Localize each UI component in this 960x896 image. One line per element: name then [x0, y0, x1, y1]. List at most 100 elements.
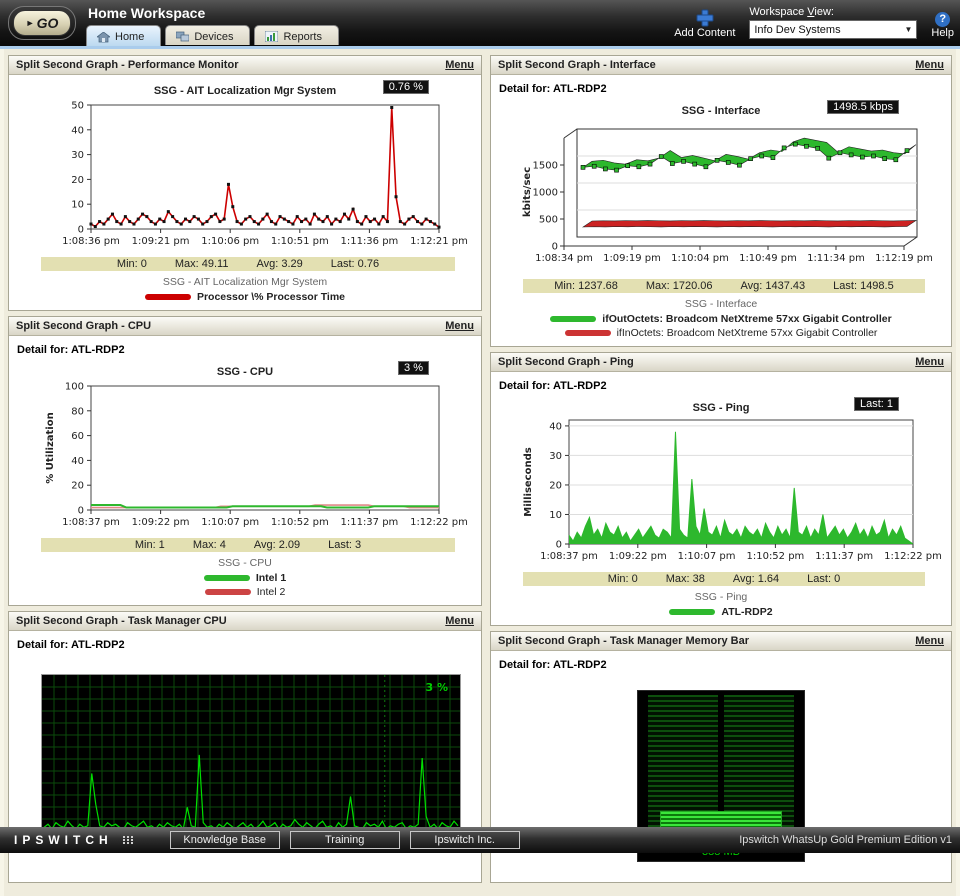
svg-text:60: 60: [71, 431, 84, 442]
detail-for-device: Detail for: ATL-RDP2: [493, 375, 949, 395]
stats-bar: Min: 0 Max: 49.11 Avg: 3.29 Last: 0.76: [41, 257, 455, 271]
svg-text:1:11:36 pm: 1:11:36 pm: [340, 236, 398, 247]
svg-text:1000: 1000: [533, 188, 558, 199]
svg-text:0: 0: [552, 242, 558, 253]
edition-label: Ipswitch WhatsUp Gold Premium Edition v1: [739, 834, 952, 846]
current-value-badge: 3 %: [398, 361, 429, 375]
menu-link[interactable]: Menu: [915, 635, 944, 647]
panel-title: Split Second Graph - Interface: [498, 59, 656, 71]
current-value-badge: 0.76 %: [383, 80, 429, 94]
tab-home-label: Home: [115, 31, 144, 43]
tab-reports[interactable]: Reports: [254, 25, 339, 45]
svg-text:20: 20: [71, 175, 84, 186]
panel-ping: Split Second Graph - Ping Menu Detail fo…: [490, 352, 952, 626]
cpu-chart: 020406080100% Utilization1:08:37 pm1:09:…: [11, 378, 471, 536]
svg-text:1:11:37 pm: 1:11:37 pm: [815, 551, 873, 562]
panel-title: Split Second Graph - CPU: [16, 320, 151, 332]
panel-title: Split Second Graph - Ping: [498, 356, 634, 368]
menu-link[interactable]: Menu: [915, 356, 944, 368]
add-content-button[interactable]: Add Content: [674, 9, 735, 39]
menu-link[interactable]: Menu: [445, 59, 474, 71]
go-button[interactable]: ►GO: [13, 10, 71, 36]
panel-title: Split Second Graph - Task Manager CPU: [16, 615, 227, 627]
svg-text:0: 0: [556, 540, 562, 551]
svg-text:1:08:37 pm: 1:08:37 pm: [62, 517, 120, 528]
current-value-badge: 1498.5 kbps: [827, 100, 899, 114]
panel-title: Split Second Graph - Performance Monitor: [16, 59, 238, 71]
tab-devices-label: Devices: [194, 31, 233, 43]
legend-swatch: [145, 294, 191, 300]
right-column: Split Second Graph - Interface Menu Deta…: [490, 55, 952, 888]
plus-icon: [696, 9, 714, 27]
svg-text:1:10:51 pm: 1:10:51 pm: [271, 236, 329, 247]
svg-text:40: 40: [71, 125, 84, 136]
chart-legend: SSG - Ping ATL-RDP2: [493, 591, 949, 619]
go-button-frame: ►GO: [8, 6, 76, 40]
menu-link[interactable]: Menu: [915, 59, 944, 71]
svg-text:50: 50: [71, 101, 84, 112]
svg-text:1:11:37 pm: 1:11:37 pm: [340, 517, 398, 528]
detail-for-device: Detail for: ATL-RDP2: [493, 654, 949, 674]
devices-icon: [176, 31, 189, 42]
go-arrow-icon: ►: [26, 18, 35, 28]
workspace-view-value: Info Dev Systems: [754, 24, 840, 36]
menu-link[interactable]: Menu: [445, 320, 474, 332]
svg-text:1:08:37 pm: 1:08:37 pm: [540, 551, 598, 562]
workspace-content: Split Second Graph - Performance Monitor…: [0, 49, 960, 896]
panel-title: Split Second Graph - Task Manager Memory…: [498, 635, 749, 647]
add-content-label: Add Content: [674, 27, 735, 39]
workspace-view-dropdown[interactable]: Info Dev Systems ▼: [749, 20, 917, 39]
stats-bar: Min: 1237.68 Max: 1720.06 Avg: 1437.43 L…: [523, 279, 925, 293]
perfmon-chart: 010203040501:08:36 pm1:09:21 pm1:10:06 p…: [11, 97, 471, 255]
panel-performance-monitor: Split Second Graph - Performance Monitor…: [8, 55, 482, 311]
svg-text:40: 40: [71, 456, 84, 467]
workspace-view: Workspace View: Info Dev Systems ▼: [749, 6, 917, 39]
detail-for-device: Detail for: ATL-RDP2: [11, 634, 479, 654]
tab-home[interactable]: Home: [86, 25, 161, 46]
chart-title: SSG - CPU: [217, 366, 273, 378]
svg-text:1:12:21 pm: 1:12:21 pm: [410, 236, 468, 247]
legend-swatch: [204, 575, 250, 581]
svg-text:10: 10: [549, 510, 562, 521]
svg-text:1:10:07 pm: 1:10:07 pm: [201, 517, 259, 528]
chart-title: SSG - AIT Localization Mgr System: [154, 85, 336, 97]
svg-text:1:12:19 pm: 1:12:19 pm: [875, 253, 933, 264]
svg-text:1:12:22 pm: 1:12:22 pm: [410, 517, 468, 528]
status-bar: IPSWITCH Knowledge Base Training Ipswitc…: [0, 827, 960, 853]
svg-text:1:10:07 pm: 1:10:07 pm: [678, 551, 736, 562]
svg-text:80: 80: [71, 406, 84, 417]
chart-legend: SSG - Interface ifOutOctets: Broadcom Ne…: [493, 298, 949, 340]
svg-text:Milliseconds: Milliseconds: [523, 447, 534, 516]
legend-swatch: [205, 589, 251, 595]
svg-text:1:08:34 pm: 1:08:34 pm: [535, 253, 593, 264]
svg-text:% Utilization: % Utilization: [45, 412, 56, 483]
tab-bar: Home Devices Reports: [86, 25, 339, 46]
svg-text:1:09:19 pm: 1:09:19 pm: [603, 253, 661, 264]
go-button-label: GO: [37, 15, 59, 31]
svg-text:1:10:52 pm: 1:10:52 pm: [746, 551, 804, 562]
ipswitch-inc-button[interactable]: Ipswitch Inc.: [410, 831, 520, 849]
training-button[interactable]: Training: [290, 831, 400, 849]
dots-decoration: [123, 836, 134, 844]
interface-chart: 050010001500kbits/sec1:08:34 pm1:09:19 p…: [493, 117, 951, 277]
left-column: Split Second Graph - Performance Monitor…: [8, 55, 482, 888]
detail-for-device: Detail for: ATL-RDP2: [493, 78, 949, 98]
tab-reports-label: Reports: [283, 31, 322, 43]
svg-text:1500: 1500: [533, 161, 558, 172]
legend-swatch: [565, 330, 611, 336]
svg-text:1:09:22 pm: 1:09:22 pm: [132, 517, 190, 528]
reports-icon: [265, 31, 278, 42]
svg-text:3 %: 3 %: [425, 681, 448, 694]
svg-text:100: 100: [65, 382, 84, 393]
svg-text:30: 30: [549, 451, 562, 462]
tab-devices[interactable]: Devices: [165, 25, 250, 45]
top-bar: ►GO Home Workspace Home Devices Reports …: [0, 0, 960, 46]
ping-chart: 010203040Milliseconds1:08:37 pm1:09:22 p…: [493, 414, 949, 570]
menu-link[interactable]: Menu: [445, 615, 474, 627]
ipswitch-logo: IPSWITCH: [14, 833, 113, 847]
knowledge-base-button[interactable]: Knowledge Base: [170, 831, 280, 849]
svg-text:20: 20: [549, 480, 562, 491]
help-button[interactable]: ? Help: [931, 12, 954, 39]
current-value-badge: Last: 1: [854, 397, 899, 411]
panel-cpu: Split Second Graph - CPU Menu Detail for…: [8, 316, 482, 606]
